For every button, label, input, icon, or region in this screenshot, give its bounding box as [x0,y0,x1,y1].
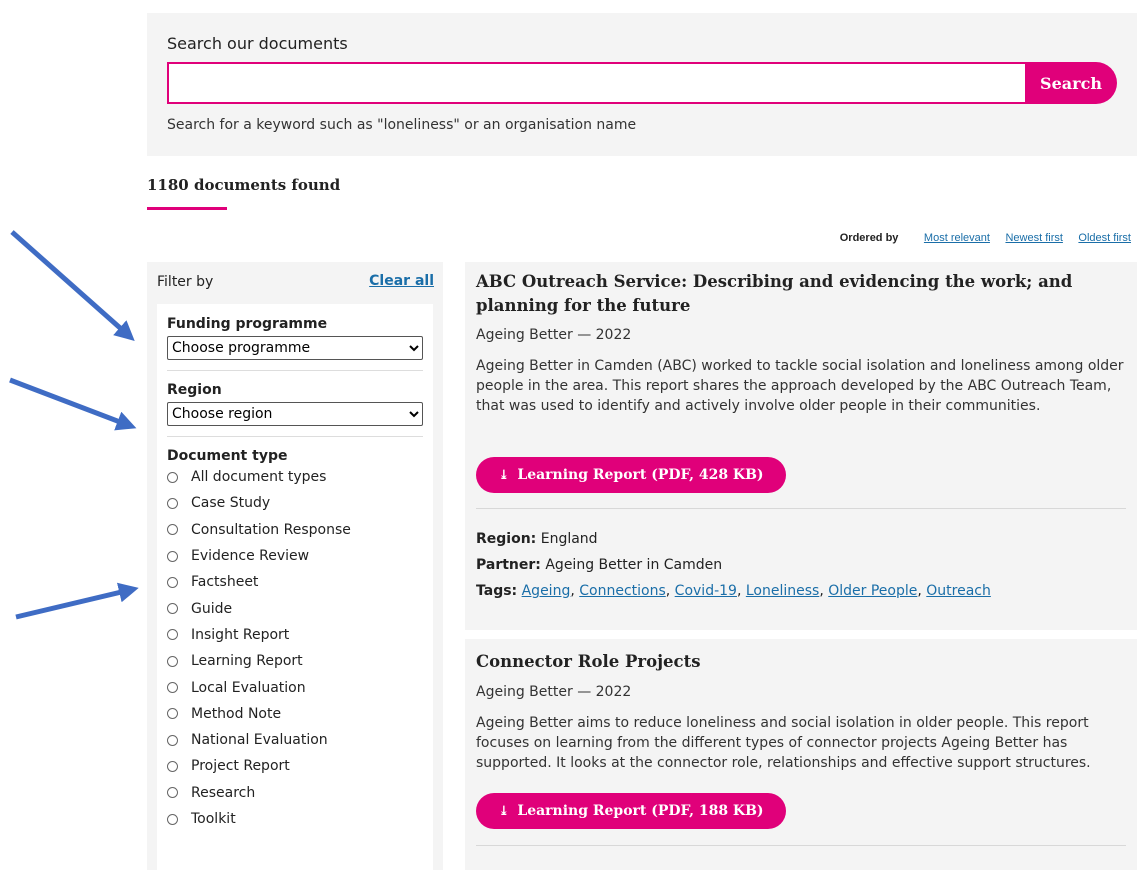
arrow-to-region [9,377,137,431]
arrow-to-funding [10,230,135,341]
arrow-to-document-type [15,582,139,620]
annotation-arrows [9,230,139,620]
